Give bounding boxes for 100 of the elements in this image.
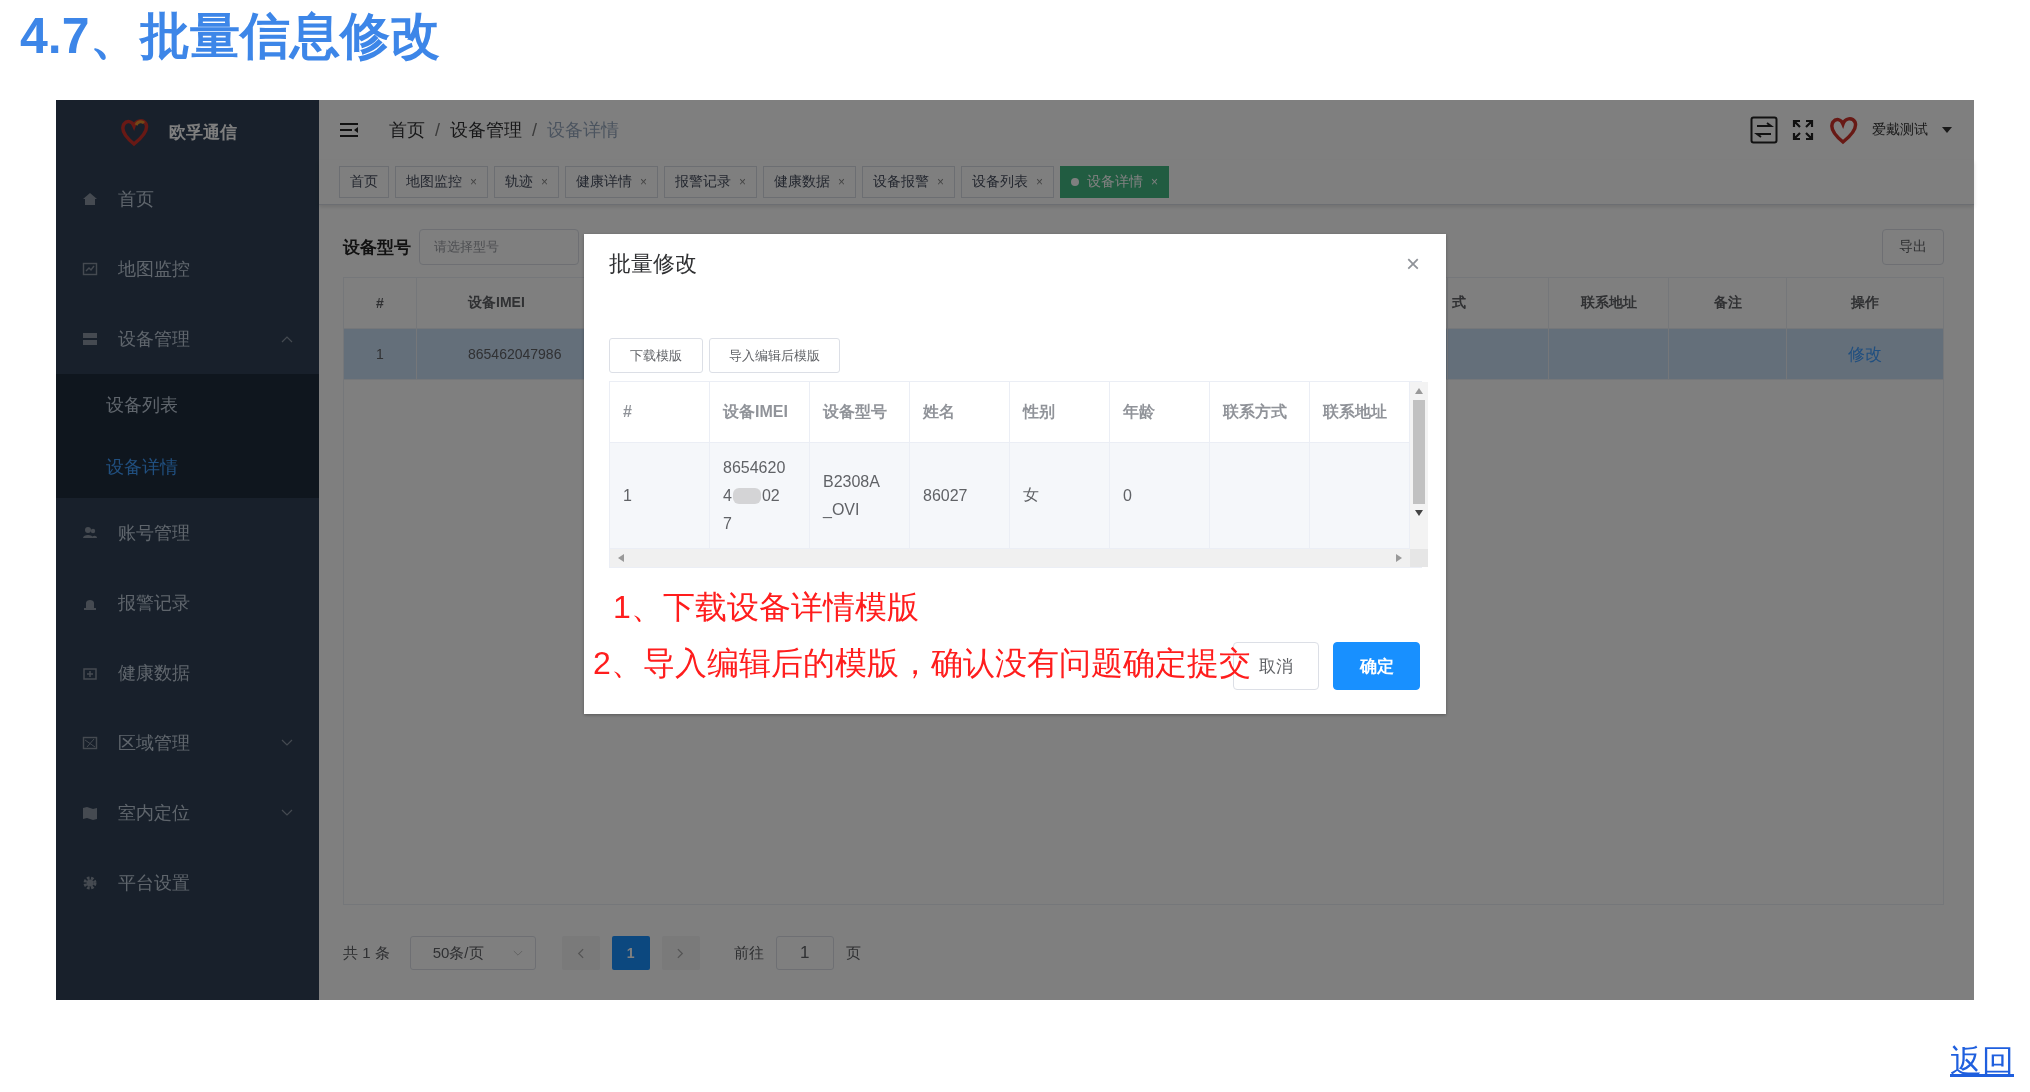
scroll-right-icon[interactable] (1396, 554, 1402, 562)
heart-avatar-icon[interactable] (1828, 115, 1858, 145)
caret-icon[interactable] (1942, 127, 1952, 133)
table-cell: 86027 (910, 443, 1010, 548)
filter-label: 设备型号 (343, 236, 411, 259)
page-tab[interactable]: 健康数据 × (763, 166, 857, 198)
sidebar-subitem[interactable]: 设备详情 (56, 436, 319, 498)
tab-label: 健康数据 (774, 173, 831, 191)
home-icon (82, 191, 98, 207)
close-icon[interactable]: × (541, 175, 549, 189)
user-menu[interactable]: 爱戴测试 (1872, 121, 1928, 139)
confirm-button[interactable]: 确定 (1333, 642, 1420, 690)
tab-label: 报警记录 (675, 173, 732, 191)
active-dot-icon (1071, 178, 1080, 186)
menu-icon[interactable] (339, 122, 359, 138)
section-heading: 4.7、批量信息修改 (19, 7, 441, 66)
back-link[interactable]: 返回 (1950, 1043, 2014, 1079)
column-header: 联系地址 (1549, 278, 1669, 328)
table-cell-text: B2308A_OVI (823, 471, 881, 520)
goto-label: 前往 (733, 943, 764, 963)
chart-icon (82, 261, 98, 277)
map-icon (82, 805, 98, 821)
vertical-scrollbar[interactable] (1410, 382, 1428, 567)
table-cell: 1 (610, 443, 710, 548)
column-header: # (610, 382, 710, 442)
breadcrumb-item[interactable]: 设备管理 (450, 118, 522, 142)
chevron-right-icon (677, 947, 685, 959)
edit-link[interactable]: 修改 (1848, 342, 1882, 366)
page-tab[interactable]: 健康详情 × (565, 166, 659, 198)
horizontal-scrollbar[interactable] (610, 549, 1410, 567)
page-tab[interactable]: 设备详情 × (1060, 166, 1170, 198)
page-tab[interactable]: 地图监控 × (395, 166, 488, 198)
column-header: 设备IMEI (710, 382, 810, 442)
heart-logo-icon (118, 117, 149, 147)
sidebar-item[interactable]: 设备管理 (56, 304, 319, 374)
scroll-up-icon[interactable] (1415, 388, 1423, 394)
column-header: 性别 (1010, 382, 1110, 442)
fullscreen-icon[interactable] (1792, 119, 1814, 141)
table-cell: 865462047986 (468, 346, 562, 362)
close-icon[interactable]: × (1151, 175, 1159, 189)
column-header: 设备型号 (810, 382, 910, 442)
server-icon (82, 331, 98, 347)
chevron-down-icon (512, 949, 523, 957)
chevron-left-icon (577, 947, 585, 959)
breadcrumb-item[interactable]: 首页 (389, 118, 425, 142)
table-cell: 0 (1110, 443, 1210, 548)
scroll-left-icon[interactable] (618, 554, 624, 562)
breadcrumb-separator: / (435, 119, 440, 141)
tab-label: 首页 (350, 173, 378, 191)
dialog-title: 批量修改 (609, 250, 697, 278)
column-header: 年龄 (1110, 382, 1210, 442)
sidebar-item[interactable]: 首页 (56, 164, 319, 234)
sidebar-item[interactable]: 地图监控 (56, 234, 319, 304)
sidebar-item[interactable]: 账号管理 (56, 498, 319, 568)
medkit-icon (82, 665, 98, 681)
close-icon[interactable]: × (739, 175, 747, 189)
sidebar-item[interactable]: 平台设置 (56, 848, 319, 918)
tab-label: 设备列表 (972, 173, 1029, 191)
close-icon[interactable]: × (1406, 250, 1420, 278)
scroll-down-icon[interactable] (1415, 510, 1423, 516)
column-header: # (344, 278, 417, 328)
page-number[interactable]: 1 (611, 936, 650, 970)
sidebar-item[interactable]: 室内定位 (56, 778, 319, 848)
close-icon[interactable]: × (470, 175, 477, 189)
page-tab[interactable]: 设备列表 × (961, 166, 1055, 198)
page-tab[interactable]: 设备报警 × (862, 166, 956, 198)
close-icon[interactable]: × (640, 175, 648, 189)
column-header: 操作 (1850, 293, 1880, 312)
users-icon (82, 525, 98, 541)
page-tab[interactable]: 轨迹 × (494, 166, 560, 198)
column-header: 备注 (1669, 278, 1787, 328)
page-unit: 页 (845, 943, 861, 963)
swap-icon[interactable] (1750, 116, 1778, 144)
dialog-button[interactable]: 下载模版 (609, 338, 703, 373)
table-cell: 1 (376, 346, 384, 362)
scrollbar-corner (1410, 549, 1428, 567)
tab-label: 地图监控 (406, 173, 462, 191)
column-header: 姓名 (910, 382, 1010, 442)
close-icon[interactable]: × (1036, 175, 1044, 189)
page-size-select[interactable]: 50条/页 (409, 936, 536, 970)
annotation-text: 1、下载设备详情模版 (612, 588, 920, 627)
table-cell-text: 8654620 4 02 7 (723, 457, 787, 534)
page-tab[interactable]: 报警记录 × (664, 166, 758, 198)
column-header: 联系方式 (1210, 382, 1310, 442)
brand-name: 欧孚通信 (168, 121, 237, 144)
sidebar-item[interactable]: 区域管理 (56, 708, 319, 778)
sidebar-item[interactable]: 健康数据 (56, 638, 319, 708)
blur-patch (732, 488, 761, 505)
close-icon[interactable]: × (937, 175, 945, 189)
close-icon[interactable]: × (838, 175, 846, 189)
page-tab[interactable]: 首页 (339, 166, 389, 198)
page-input[interactable]: 1 (775, 936, 834, 970)
settings-icon (82, 875, 98, 891)
dialog-button[interactable]: 导入编辑后模版 (709, 338, 840, 373)
sidebar-item[interactable]: 报警记录 (56, 568, 319, 638)
sidebar-subitem[interactable]: 设备列表 (56, 374, 319, 436)
tab-label: 设备报警 (873, 173, 930, 191)
tab-label: 健康详情 (576, 173, 633, 191)
total-count: 共 1 条 (343, 943, 390, 963)
export-button[interactable]: 导出 (1882, 229, 1944, 265)
